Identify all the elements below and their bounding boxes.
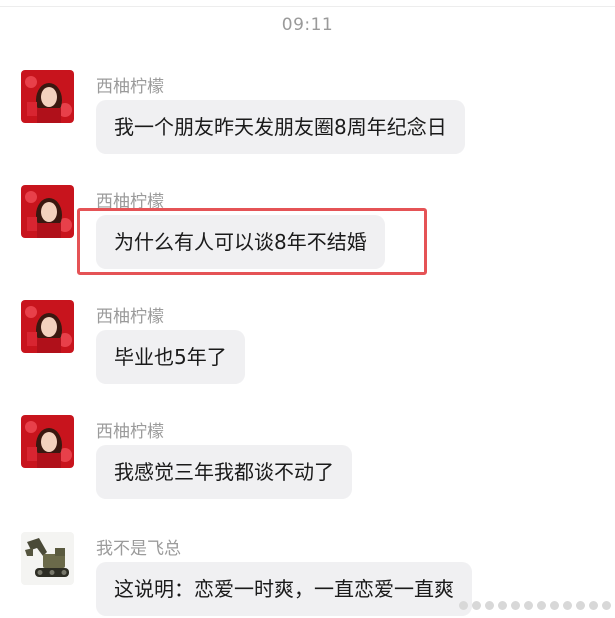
message-bubble[interactable]: 我一个朋友昨天发朋友圈8周年纪念日 xyxy=(96,100,465,154)
avatar[interactable] xyxy=(21,532,74,585)
chat-timestamp: 09:11 xyxy=(281,15,334,35)
girl-red-avatar-icon xyxy=(21,185,74,238)
message-bubble[interactable]: 这说明：恋爱一时爽，一直恋爱一直爽 xyxy=(96,562,472,616)
message-bubble[interactable]: 我感觉三年我都谈不动了 xyxy=(96,445,352,499)
girl-red-avatar-icon xyxy=(21,300,74,353)
watermark xyxy=(459,601,611,610)
avatar[interactable] xyxy=(21,185,74,238)
message-bubble[interactable]: 毕业也5年了 xyxy=(96,330,245,384)
avatar[interactable] xyxy=(21,415,74,468)
excavator-avatar-icon xyxy=(21,532,74,585)
sender-name: 我不是飞总 xyxy=(96,539,181,559)
top-divider xyxy=(0,6,615,7)
sender-name: 西柚柠檬 xyxy=(96,307,164,327)
highlight-annotation xyxy=(77,208,427,275)
sender-name: 西柚柠檬 xyxy=(96,77,164,97)
avatar[interactable] xyxy=(21,70,74,123)
chat-window: 09:11 西柚柠檬 我一个朋友昨天发朋友圈8周年纪念日 西柚柠檬 为什么有人可… xyxy=(0,0,615,618)
girl-red-avatar-icon xyxy=(21,70,74,123)
girl-red-avatar-icon xyxy=(21,415,74,468)
avatar[interactable] xyxy=(21,300,74,353)
sender-name: 西柚柠檬 xyxy=(96,422,164,442)
